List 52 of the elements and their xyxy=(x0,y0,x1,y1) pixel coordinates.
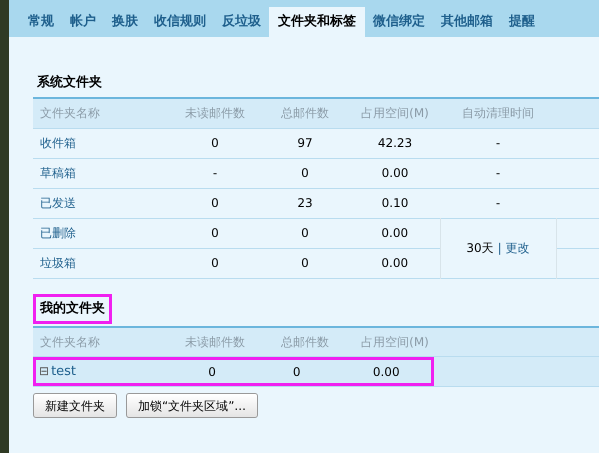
tab[interactable]: 帐户 xyxy=(62,7,104,37)
action-button[interactable]: 加锁“文件夹区域”... xyxy=(126,393,258,418)
table-cell: - xyxy=(496,196,500,210)
column-header: 未读邮件数 xyxy=(185,106,245,120)
tab[interactable]: 换肤 xyxy=(104,7,146,37)
tab[interactable]: 微信绑定 xyxy=(365,7,433,37)
table-cell: 23 xyxy=(297,196,313,210)
table-cell: 0 xyxy=(211,226,219,240)
tab[interactable]: 文件夹和标签 xyxy=(269,7,365,37)
table-cell: 97 xyxy=(297,136,313,150)
table-cell-text: 0.00 xyxy=(372,364,401,380)
action-button[interactable]: 新建文件夹 xyxy=(33,393,117,418)
table-cell: 42.23 xyxy=(378,136,412,150)
column-header: 总邮件数 xyxy=(281,334,329,349)
column-header: 未读邮件数 xyxy=(185,334,245,349)
table-cell-text: 0 xyxy=(292,364,302,380)
column-header: 占用空间(M) xyxy=(361,334,429,349)
tab[interactable]: 其他邮箱 xyxy=(433,7,501,37)
table-cell: - xyxy=(496,166,500,180)
folder-link[interactable]: 已发送 xyxy=(40,196,76,210)
table-cell: 0 xyxy=(211,136,219,150)
section-title: 系统文件夹 xyxy=(37,74,102,92)
table-cell-text: 0 xyxy=(207,364,217,380)
tab[interactable]: 常规 xyxy=(20,7,62,37)
column-header: 总邮件数 xyxy=(281,106,329,120)
tab[interactable]: 收信规则 xyxy=(146,7,214,37)
table-cell: 0 xyxy=(301,226,309,240)
tab[interactable]: 提醒 xyxy=(501,7,543,37)
folder-link[interactable]: 已删除 xyxy=(40,226,76,240)
column-header: 文件夹名称 xyxy=(40,106,100,120)
collapse-toggle[interactable]: ⊟test xyxy=(36,362,172,382)
table-cell: - xyxy=(212,166,218,180)
table-cell: 0.00 xyxy=(381,226,408,240)
cleanup-days: 30天 xyxy=(466,241,494,255)
change-link[interactable]: 更改 xyxy=(506,241,530,255)
table-cell: 0.10 xyxy=(382,196,408,210)
table-cell: 0 xyxy=(301,256,309,270)
table-cell: - xyxy=(496,136,500,150)
table-cell: 0.00 xyxy=(381,256,408,270)
column-header: 文件夹名称 xyxy=(40,334,100,349)
folder-link[interactable]: 草稿箱 xyxy=(40,166,76,180)
column-header: 自动清理时间 xyxy=(462,106,534,120)
column-header: 占用空间(M) xyxy=(361,106,429,120)
table-cell: 0 xyxy=(301,166,309,180)
folder-link[interactable]: 收件箱 xyxy=(40,136,76,150)
separator: | xyxy=(498,241,502,255)
table-cell: 0 xyxy=(211,196,219,210)
section-title: 我的文件夹 xyxy=(40,300,105,318)
table-cell: 0.00 xyxy=(382,166,408,180)
tab[interactable]: 反垃圾 xyxy=(214,7,269,37)
table-cell: 0 xyxy=(211,256,219,270)
folder-link[interactable]: 垃圾箱 xyxy=(40,256,76,270)
